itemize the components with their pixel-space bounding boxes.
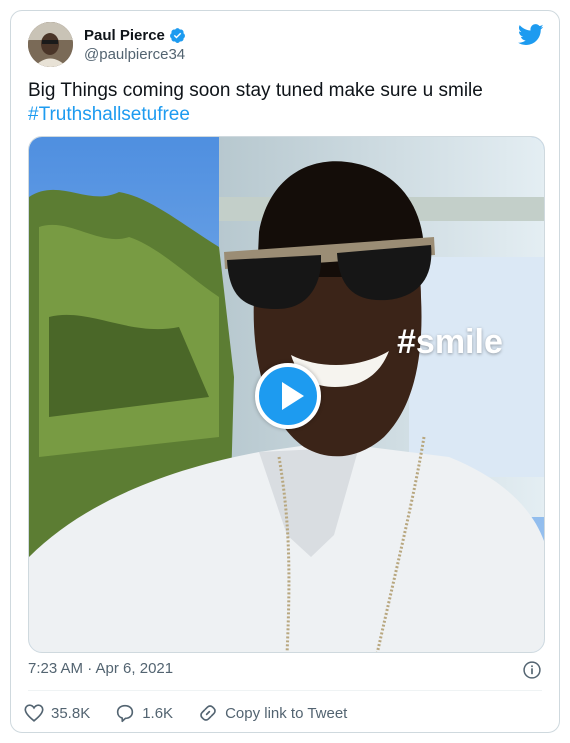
reply-button[interactable]: 1.6K (114, 702, 173, 724)
link-icon (200, 705, 216, 721)
reply-icon (117, 704, 134, 723)
copy-link-button[interactable]: Copy link to Tweet (197, 702, 347, 724)
reply-count: 1.6K (142, 704, 174, 722)
twitter-bird-icon[interactable] (518, 24, 544, 46)
tweet-timestamp[interactable]: 7:23 AM · Apr 6, 2021 (28, 660, 173, 677)
divider (28, 690, 542, 691)
copy-link-label: Copy link to Tweet (225, 704, 348, 722)
hashtag-link[interactable]: #Truthshallsetufree (28, 103, 543, 127)
author-handle[interactable]: @paulpierce34 (84, 46, 185, 63)
play-button[interactable] (255, 363, 321, 429)
heart-icon (24, 704, 44, 722)
info-icon[interactable] (522, 660, 542, 680)
tweet-text: Big Things coming soon stay tuned make s… (28, 79, 543, 127)
author-name[interactable]: Paul Pierce (84, 27, 165, 44)
verified-badge-icon (169, 28, 185, 43)
like-count: 35.8K (51, 704, 91, 722)
video-overlay-text: #smile (397, 323, 503, 361)
tweet-body: Big Things coming soon stay tuned make s… (28, 80, 483, 101)
tweet-card: Paul Pierce @paulpierce34 Big Things com… (10, 10, 560, 733)
video-media[interactable]: #smile (28, 136, 545, 653)
avatar[interactable] (28, 22, 73, 67)
action-bar: 35.8K 1.6K Copy link to Tweet (23, 702, 371, 724)
like-button[interactable]: 35.8K (23, 702, 90, 724)
